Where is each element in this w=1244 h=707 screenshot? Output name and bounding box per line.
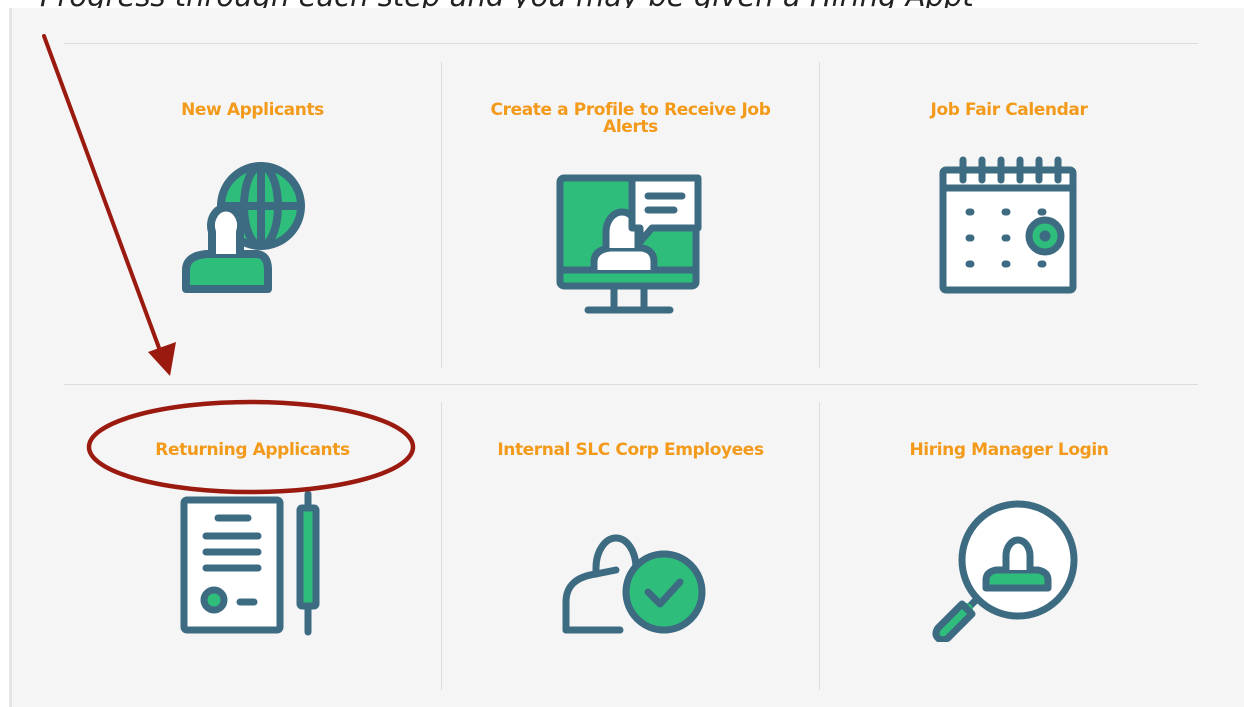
tile-create-profile[interactable]: Create a Profile to Receive Job Alerts — [442, 62, 819, 368]
tile-title: Create a Profile to Receive Job Alerts — [490, 100, 771, 137]
monitor-user-chat-icon — [554, 170, 704, 318]
top-divider — [64, 43, 1198, 44]
document-pen-icon — [176, 488, 326, 638]
tile-job-fair-calendar[interactable]: Job Fair Calendar — [820, 62, 1198, 368]
globe-user-icon — [176, 158, 326, 298]
tile-title: Internal SLC Corp Employees — [497, 440, 764, 460]
calendar-icon — [935, 154, 1085, 296]
tile-hiring-manager-login[interactable]: Hiring Manager Login — [820, 402, 1198, 690]
tile-title: New Applicants — [181, 100, 324, 120]
tile-title: Job Fair Calendar — [930, 100, 1088, 120]
user-check-icon — [556, 494, 706, 636]
tile-new-applicants[interactable]: New Applicants — [64, 62, 441, 368]
tile-title: Returning Applicants — [155, 440, 350, 460]
tile-returning-applicants[interactable]: Returning Applicants — [64, 402, 441, 690]
magnifier-user-icon — [932, 500, 1082, 642]
tile-internal-employees[interactable]: Internal SLC Corp Employees — [442, 402, 819, 690]
cropped-instruction-text: Progress through each step and you may b… — [40, 0, 1244, 8]
tile-title: Hiring Manager Login — [909, 440, 1109, 460]
middle-divider — [64, 384, 1198, 385]
page: Progress through each step and you may b… — [0, 0, 1244, 707]
